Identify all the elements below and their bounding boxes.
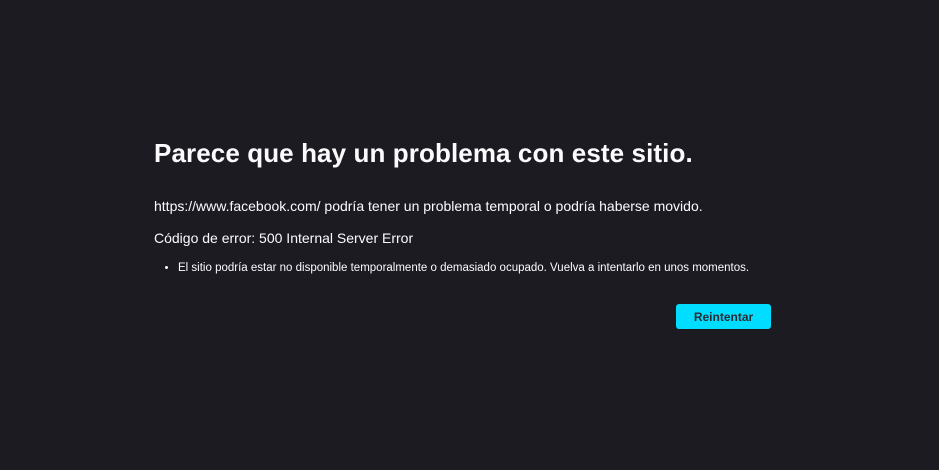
error-hints-list: El sitio podría estar no disponible temp…	[154, 261, 749, 275]
retry-button[interactable]: Reintentar	[676, 304, 771, 329]
error-description: https://www.facebook.com/ podría tener u…	[154, 198, 703, 214]
error-title: Parece que hay un problema con este siti…	[154, 138, 693, 168]
hint-item: El sitio podría estar no disponible temp…	[178, 261, 749, 275]
error-code: Código de error: 500 Internal Server Err…	[154, 230, 414, 246]
error-page-container: Parece que hay un problema con este siti…	[154, 138, 771, 329]
